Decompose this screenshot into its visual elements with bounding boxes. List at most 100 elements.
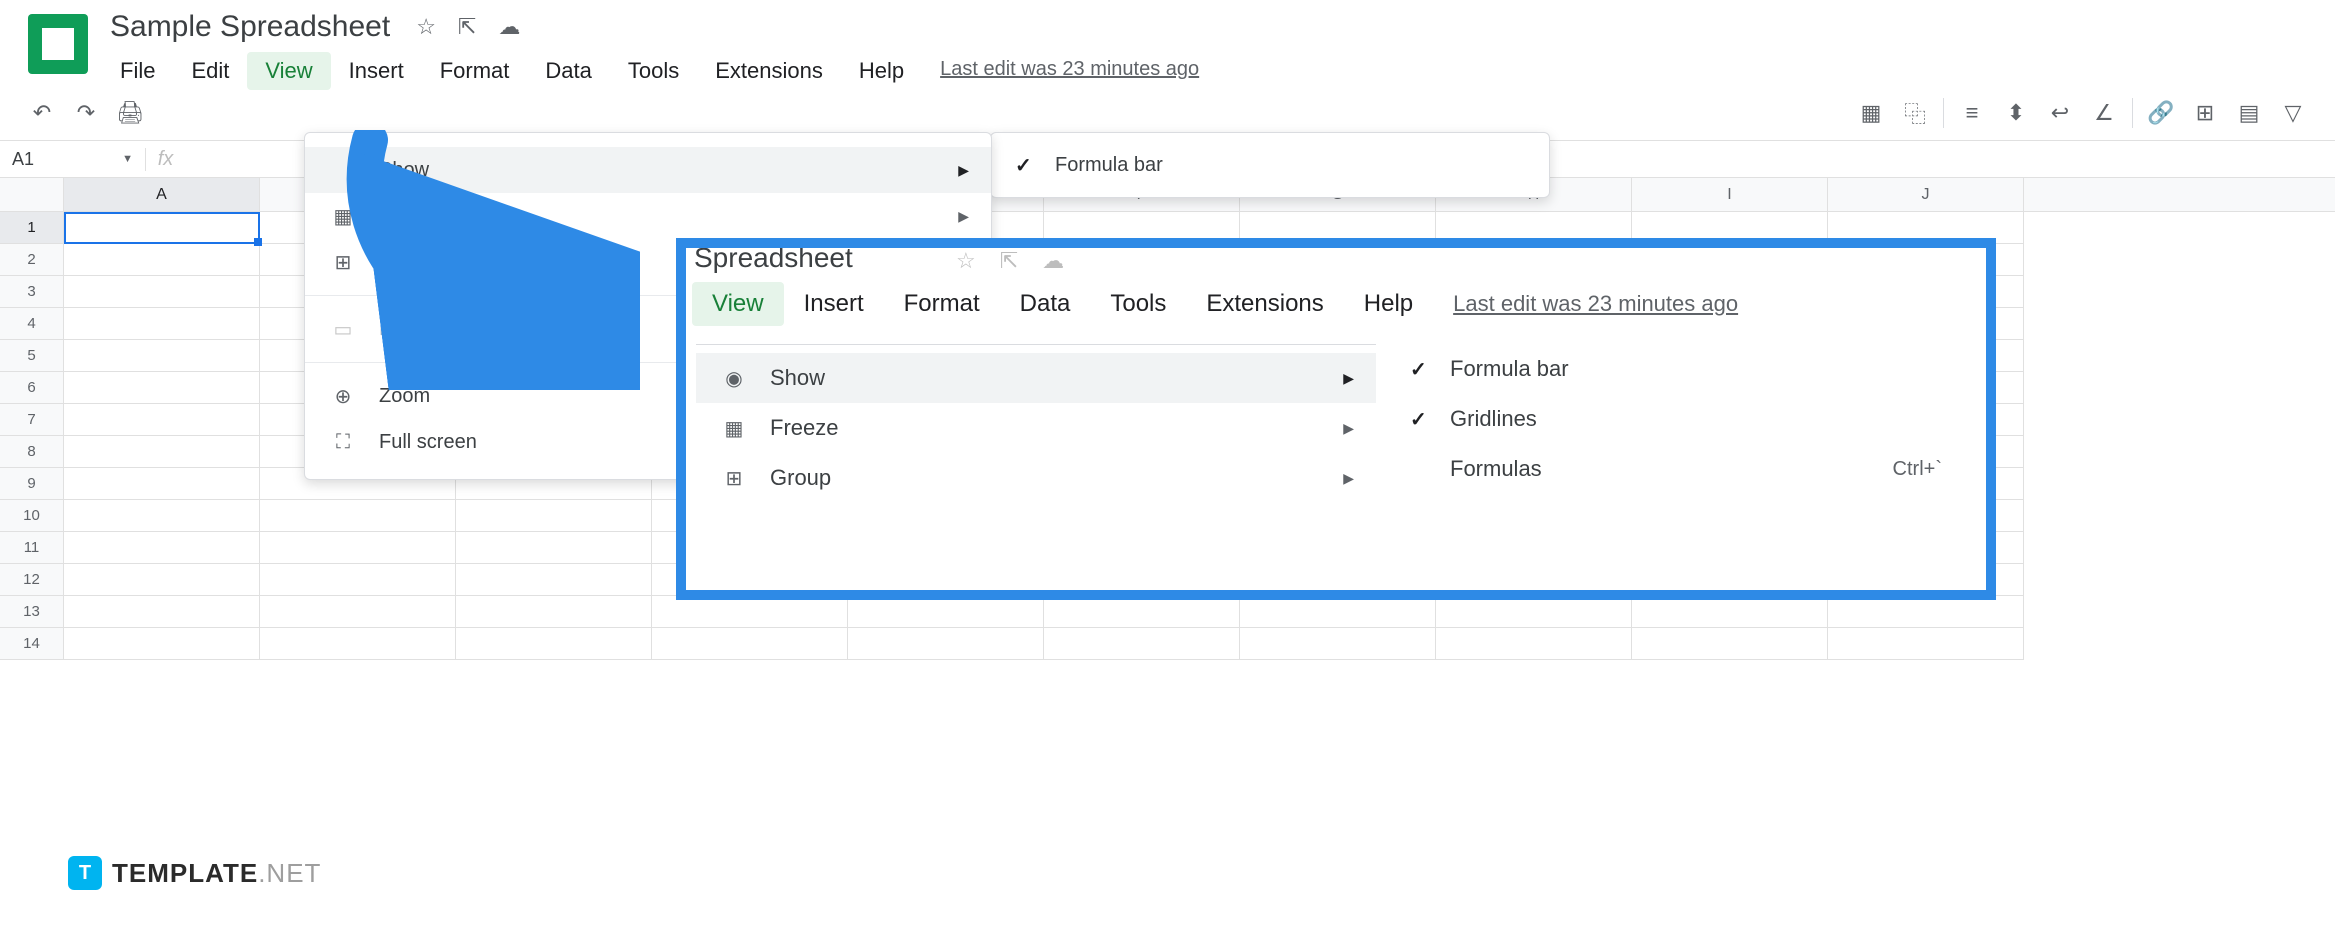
row-header-2[interactable]: 2 <box>0 244 64 276</box>
cell-I13[interactable] <box>1632 596 1828 628</box>
doc-title[interactable]: Sample Spreadsheet <box>102 8 398 46</box>
row-header-8[interactable]: 8 <box>0 436 64 468</box>
select-all-corner[interactable] <box>0 178 64 211</box>
cell-J13[interactable] <box>1828 596 2024 628</box>
callout-menu-format[interactable]: Format <box>884 282 1000 326</box>
row-header-10[interactable]: 10 <box>0 500 64 532</box>
cell-A14[interactable] <box>64 628 260 660</box>
cell-G14[interactable] <box>1240 628 1436 660</box>
cell-C13[interactable] <box>456 596 652 628</box>
wrap-icon[interactable]: ↩ <box>2038 93 2082 133</box>
cell-B10[interactable] <box>260 500 456 532</box>
cell-F13[interactable] <box>1044 596 1240 628</box>
callout-menu-extensions[interactable]: Extensions <box>1186 282 1343 326</box>
row-header-14[interactable]: 14 <box>0 628 64 660</box>
cell-C10[interactable] <box>456 500 652 532</box>
cell-C14[interactable] <box>456 628 652 660</box>
menu-tools[interactable]: Tools <box>610 52 697 90</box>
cell-A7[interactable] <box>64 404 260 436</box>
cell-J14[interactable] <box>1828 628 2024 660</box>
callout-show-formulas[interactable]: Formulas Ctrl+` <box>1386 444 1966 494</box>
callout-show-gridlines[interactable]: ✓ Gridlines <box>1386 394 1966 444</box>
comment-icon[interactable]: ⊞ <box>2183 93 2227 133</box>
cell-A1[interactable] <box>64 212 260 244</box>
name-box[interactable]: A1 ▼ <box>0 149 145 170</box>
row-header-11[interactable]: 11 <box>0 532 64 564</box>
cell-A9[interactable] <box>64 468 260 500</box>
merge-icon[interactable]: ⿻ <box>1893 93 1937 133</box>
cell-A10[interactable] <box>64 500 260 532</box>
cell-D13[interactable] <box>652 596 848 628</box>
cell-C11[interactable] <box>456 532 652 564</box>
callout-view-show[interactable]: ◉ Show ▶ <box>696 353 1376 403</box>
cell-A4[interactable] <box>64 308 260 340</box>
cell-C12[interactable] <box>456 564 652 596</box>
halign-icon[interactable]: ≡ <box>1950 93 1994 133</box>
row-header-13[interactable]: 13 <box>0 596 64 628</box>
callout-menu-data[interactable]: Data <box>1000 282 1091 326</box>
menu-file[interactable]: File <box>102 52 173 90</box>
cell-A12[interactable] <box>64 564 260 596</box>
cell-B13[interactable] <box>260 596 456 628</box>
menu-insert[interactable]: Insert <box>331 52 422 90</box>
menu-view[interactable]: View <box>247 52 330 90</box>
callout-view-group[interactable]: ⊞ Group ▶ <box>696 453 1376 503</box>
callout-menu-view[interactable]: View <box>692 282 784 326</box>
link-icon[interactable]: 🔗 <box>2139 93 2183 133</box>
callout-view-freeze[interactable]: ▦ Freeze ▶ <box>696 403 1376 453</box>
cell-B12[interactable] <box>260 564 456 596</box>
menu-help[interactable]: Help <box>841 52 922 90</box>
row-header-3[interactable]: 3 <box>0 276 64 308</box>
redo-icon[interactable]: ↷ <box>64 93 108 133</box>
show-formula-bar-item[interactable]: ✓ Formula bar <box>991 143 1549 187</box>
cell-A3[interactable] <box>64 276 260 308</box>
callout-menu-tools[interactable]: Tools <box>1090 282 1186 326</box>
move-icon[interactable]: ⇱ <box>458 14 476 40</box>
cell-B14[interactable] <box>260 628 456 660</box>
row-header-4[interactable]: 4 <box>0 308 64 340</box>
rotate-icon[interactable]: ∠ <box>2082 93 2126 133</box>
star-icon[interactable]: ☆ <box>416 14 436 40</box>
callout-menu-help[interactable]: Help <box>1344 282 1433 326</box>
borders-icon[interactable]: ▦ <box>1849 93 1893 133</box>
row-header-9[interactable]: 9 <box>0 468 64 500</box>
menu-format[interactable]: Format <box>422 52 528 90</box>
undo-icon[interactable]: ↶ <box>20 93 64 133</box>
col-header-J[interactable]: J <box>1828 178 2024 211</box>
cell-H14[interactable] <box>1436 628 1632 660</box>
cell-F14[interactable] <box>1044 628 1240 660</box>
cell-A11[interactable] <box>64 532 260 564</box>
chevron-down-icon[interactable]: ▼ <box>122 153 133 165</box>
cell-D14[interactable] <box>652 628 848 660</box>
cell-A5[interactable] <box>64 340 260 372</box>
cell-I14[interactable] <box>1632 628 1828 660</box>
callout-menu-insert[interactable]: Insert <box>784 282 884 326</box>
chart-icon[interactable]: ▤ <box>2227 93 2271 133</box>
cloud-icon[interactable]: ☁ <box>498 14 520 40</box>
row-header-12[interactable]: 12 <box>0 564 64 596</box>
cell-E14[interactable] <box>848 628 1044 660</box>
row-header-7[interactable]: 7 <box>0 404 64 436</box>
row-header-6[interactable]: 6 <box>0 372 64 404</box>
cell-A13[interactable] <box>64 596 260 628</box>
cell-B11[interactable] <box>260 532 456 564</box>
filter-icon[interactable]: ▽ <box>2271 93 2315 133</box>
menu-extensions[interactable]: Extensions <box>697 52 841 90</box>
cell-G13[interactable] <box>1240 596 1436 628</box>
last-edit-link[interactable]: Last edit was 23 minutes ago <box>922 52 1217 90</box>
cell-A8[interactable] <box>64 436 260 468</box>
cell-E13[interactable] <box>848 596 1044 628</box>
cell-H13[interactable] <box>1436 596 1632 628</box>
col-header-A[interactable]: A <box>64 178 260 211</box>
col-header-I[interactable]: I <box>1632 178 1828 211</box>
menu-data[interactable]: Data <box>527 52 609 90</box>
cell-A6[interactable] <box>64 372 260 404</box>
row-header-5[interactable]: 5 <box>0 340 64 372</box>
valign-icon[interactable]: ⬍ <box>1994 93 2038 133</box>
callout-show-formula-bar[interactable]: ✓ Formula bar <box>1386 344 1966 394</box>
cell-A2[interactable] <box>64 244 260 276</box>
callout-last-edit[interactable]: Last edit was 23 minutes ago <box>1433 283 1758 325</box>
menu-edit[interactable]: Edit <box>173 52 247 90</box>
print-icon[interactable]: 🖨 <box>108 93 152 133</box>
row-header-1[interactable]: 1 <box>0 212 64 244</box>
